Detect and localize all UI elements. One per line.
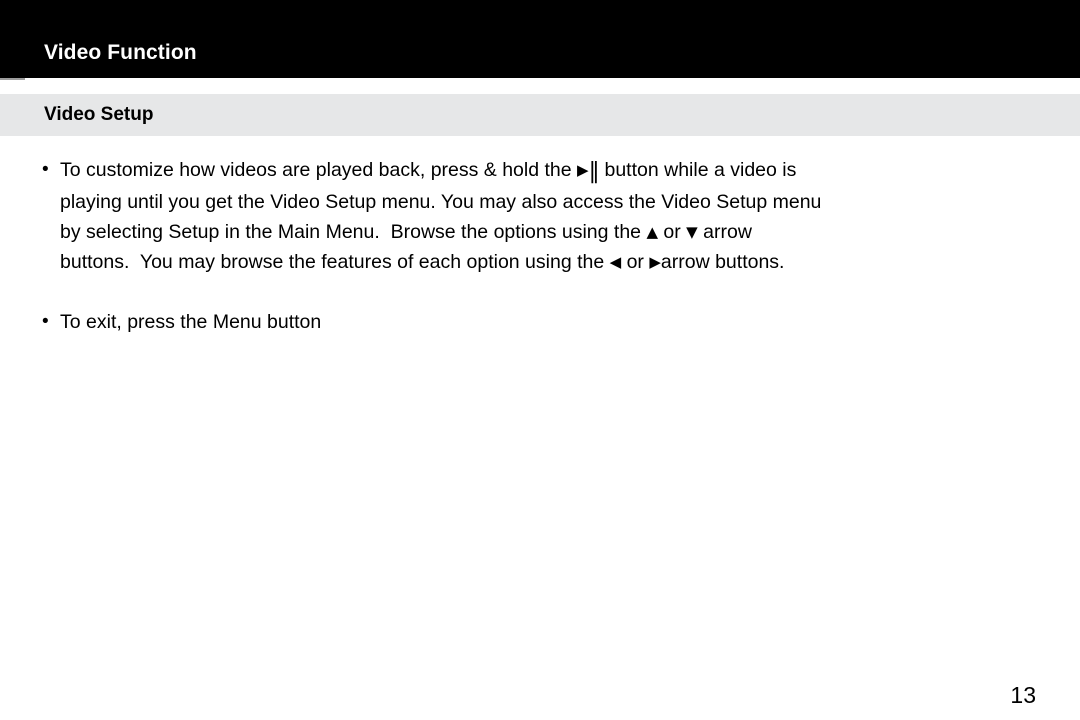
bullet-text-line: To exit, press the Menu button [60,307,1080,337]
text-run: buttons. You may browse the features of … [60,251,610,273]
bullet-text-line: playing until you get the Video Setup me… [60,187,1080,217]
text-run: button while a video is [599,159,797,181]
page-number: 13 [1010,682,1036,708]
page-title: Video Function [44,41,197,64]
play-triangle-icon: ▶ [577,161,589,179]
bullet-marker-icon: • [42,311,49,332]
text-run: arrow [697,221,752,243]
up-triangle-icon: ▲ [646,223,658,241]
bullet-marker-icon: • [42,159,49,180]
bullet-item: • To exit, press the Menu button [0,307,1080,337]
bullet-text-line: by selecting Setup in the Main Menu. Bro… [60,217,1080,247]
title-bar: Video Function [0,0,1080,78]
text-run: playing until you get the Video Setup me… [60,191,822,213]
subtitle-band: Video Setup [0,94,1080,136]
right-triangle-icon: ▶ [649,253,661,271]
title-underline-nub [0,78,25,80]
text-run: by selecting Setup in the Main Menu. Bro… [60,221,647,243]
text-run: or [657,221,687,243]
bullet-text: To exit, press the Menu button [60,307,1080,337]
text-run: or [621,251,650,273]
section-heading: Video Setup [44,104,154,125]
left-triangle-icon: ◀ [609,253,622,271]
bullet-text-line: buttons. You may browse the features of … [60,247,1080,277]
bullet-item: • To customize how videos are played back… [0,155,1080,277]
text-run: To exit, press the Menu button [60,311,322,333]
body-content: • To customize how videos are played back… [0,155,1080,337]
text-run: arrow buttons. [660,251,785,273]
bullet-text-line: To customize how videos are played back,… [60,155,1080,187]
bullet-text: To customize how videos are played back,… [60,155,1080,277]
down-triangle-icon: ▼ [686,223,698,241]
text-run: To customize how videos are played back,… [60,159,578,181]
slide-canvas: Video Function Video Setup • To customize… [0,0,1080,720]
pause-bars-icon: ‖ [588,159,600,184]
